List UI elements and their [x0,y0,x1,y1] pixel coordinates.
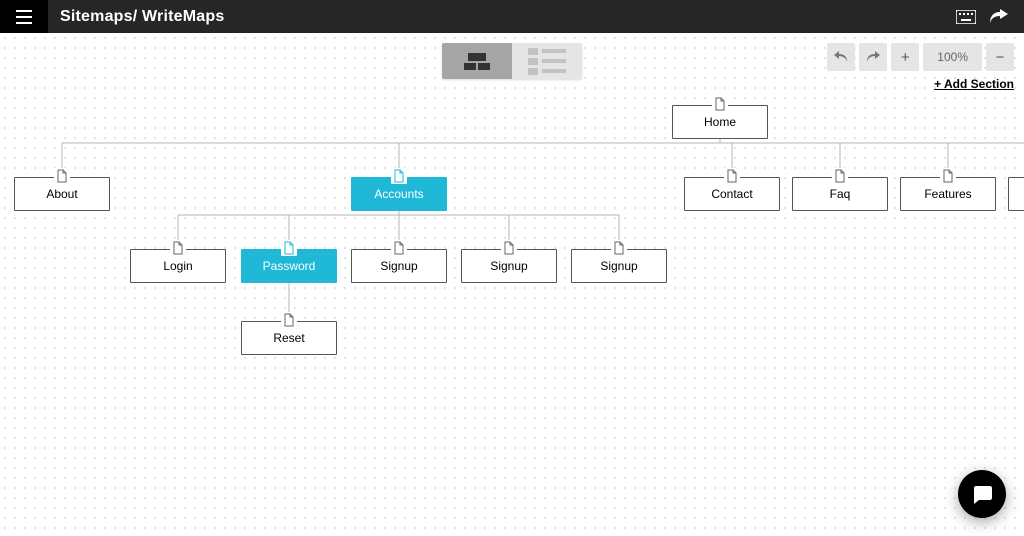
node-label: Contact [711,187,752,201]
hamburger-icon [16,10,32,24]
page-icon [170,240,186,256]
page-icon [712,96,728,112]
node-label: Home [704,115,736,129]
node-extra[interactable] [1008,177,1024,211]
node-faq[interactable]: Faq [792,177,888,211]
share-icon [990,9,1008,25]
keyboard-icon [956,10,976,24]
node-login[interactable]: Login [130,249,226,283]
page-icon [501,240,517,256]
node-label: Login [163,259,192,273]
node-home[interactable]: Home [672,105,768,139]
node-signup3[interactable]: Signup [571,249,667,283]
node-label: Faq [830,187,851,201]
node-accounts[interactable]: Accounts [351,177,447,211]
node-label: Password [263,259,316,273]
node-password[interactable]: Password [241,249,337,283]
app-header: Sitemaps/ WriteMaps [0,0,1024,33]
menu-button[interactable] [0,0,48,33]
page-icon [54,168,70,184]
node-label: Features [924,187,971,201]
node-signup2[interactable]: Signup [461,249,557,283]
node-features[interactable]: Features [900,177,996,211]
chat-launcher[interactable] [958,470,1006,518]
page-icon [391,240,407,256]
page-icon [281,240,297,256]
page-icon [832,168,848,184]
node-label: Signup [380,259,417,273]
node-contact[interactable]: Contact [684,177,780,211]
node-label: Signup [600,259,637,273]
keyboard-button[interactable] [956,10,976,24]
share-button[interactable] [990,9,1008,25]
page-icon [724,168,740,184]
page-icon [281,312,297,328]
sitemap-canvas[interactable]: + 100% − + Add Section HomeAboutAccounts… [0,33,1024,536]
node-about[interactable]: About [14,177,110,211]
page-icon [940,168,956,184]
node-label: Reset [273,331,304,345]
node-reset[interactable]: Reset [241,321,337,355]
sitemap-nodes: Home About Accounts Contact Faq Features Login… [0,33,1024,536]
chat-icon [970,482,994,506]
node-label: Signup [490,259,527,273]
node-label: About [46,187,77,201]
node-label: Accounts [374,187,423,201]
page-title: Sitemaps/ WriteMaps [60,8,224,26]
header-actions [956,9,1024,25]
page-icon [611,240,627,256]
page-icon [391,168,407,184]
node-signup1[interactable]: Signup [351,249,447,283]
